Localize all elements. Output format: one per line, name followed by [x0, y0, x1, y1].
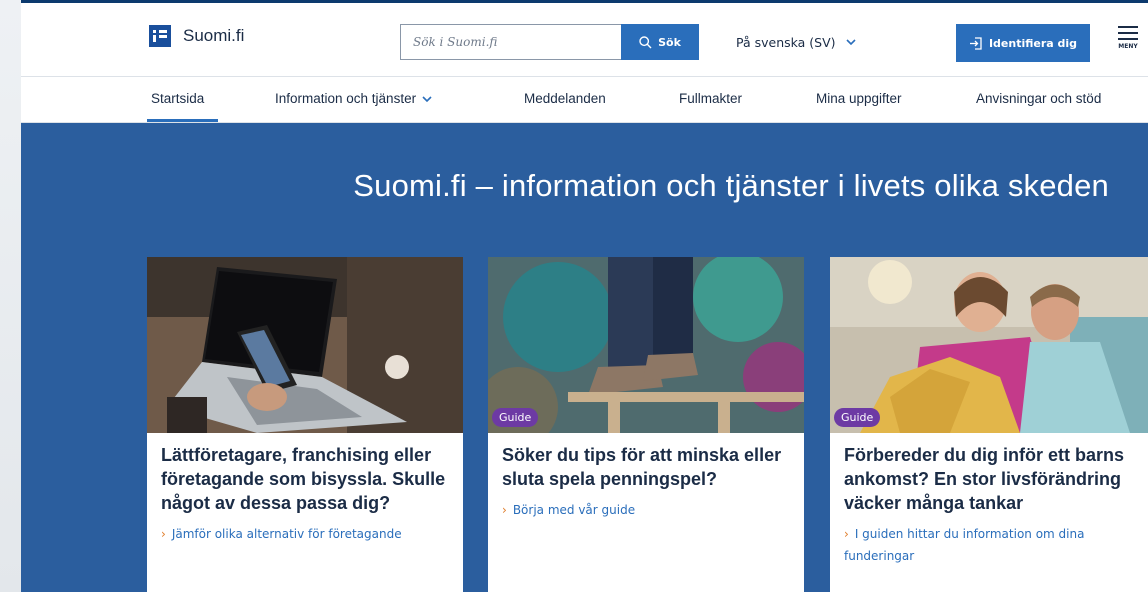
card-link[interactable]: › Jämför olika alternativ för företagande	[147, 515, 463, 545]
couple-on-sofa-photo	[830, 257, 1148, 433]
nav-item-anvisningar[interactable]: Anvisningar och stöd	[976, 91, 1101, 106]
card-entrepreneurship[interactable]: Lättföretagare, franchising eller företa…	[147, 257, 463, 592]
chevron-right-icon: ›	[844, 527, 849, 541]
nav-item-fullmakter[interactable]: Fullmakter	[679, 91, 742, 106]
identify-button[interactable]: Identifiera dig	[956, 24, 1090, 62]
nav-item-information[interactable]: Information och tjänster	[275, 91, 432, 106]
guide-badge: Guide	[492, 408, 539, 427]
chevron-down-icon	[845, 38, 856, 45]
search-button-label: Sök	[658, 35, 681, 49]
search-icon	[639, 35, 652, 48]
search-bar: Sök	[400, 24, 699, 60]
main-nav: Startsida Information och tjänster Medde…	[21, 76, 1148, 123]
site-logo[interactable]: Suomi.fi	[149, 25, 244, 47]
card-image: Guide	[830, 257, 1148, 433]
nav-item-mina-uppgifter[interactable]: Mina uppgifter	[816, 91, 902, 106]
hero-section: Suomi.fi – information och tjänster i li…	[21, 123, 1148, 592]
hamburger-icon	[1118, 26, 1138, 28]
nav-item-startsida[interactable]: Startsida	[151, 91, 204, 106]
nav-item-meddelanden[interactable]: Meddelanden	[524, 91, 606, 106]
card-link-text: I guiden hittar du information om dina f…	[844, 527, 1085, 563]
page: Suomi.fi Sök På svenska (SV)	[21, 0, 1148, 592]
chevron-right-icon: ›	[502, 503, 507, 517]
card-link-text: Jämför olika alternativ för företagande	[171, 527, 402, 541]
guide-badge: Guide	[834, 408, 881, 427]
login-icon	[969, 36, 982, 50]
site-header: Suomi.fi Sök På svenska (SV)	[21, 3, 1148, 62]
card-child-arrival[interactable]: Guide Förbereder du dig inför ett barns …	[830, 257, 1148, 592]
card-link[interactable]: › Börja med vår guide	[488, 491, 804, 521]
search-input[interactable]	[400, 24, 621, 60]
card-link[interactable]: › I guiden hittar du information om dina …	[830, 515, 1148, 567]
language-label: På svenska (SV)	[736, 34, 836, 50]
card-image	[147, 257, 463, 433]
language-selector[interactable]: På svenska (SV)	[736, 27, 856, 57]
card-title: Lättföretagare, franchising eller företa…	[161, 445, 446, 513]
logo-text: Suomi.fi	[183, 26, 245, 45]
identify-button-label: Identifiera dig	[988, 36, 1078, 50]
search-button[interactable]: Sök	[621, 24, 699, 60]
card-title: Söker du tips för att minska eller sluta…	[502, 445, 782, 489]
hamburger-icon-bar	[1118, 32, 1138, 34]
card-link-text: Börja med vår guide	[512, 503, 636, 517]
chevron-right-icon: ›	[161, 527, 166, 541]
feet-on-railing-photo	[488, 257, 804, 433]
suomi-logo-icon	[149, 25, 171, 47]
chevron-down-icon	[422, 96, 432, 103]
menu-button[interactable]: MENY	[1113, 26, 1143, 64]
card-gambling[interactable]: Guide Söker du tips för att minska eller…	[488, 257, 804, 592]
laptop-phone-photo	[147, 257, 463, 433]
menu-label: MENY	[1118, 43, 1138, 50]
nav-item-label: Information och tjänster	[275, 91, 417, 106]
card-title: Förbereder du dig inför ett barns ankoms…	[844, 445, 1125, 513]
hamburger-icon-bar	[1118, 38, 1138, 40]
active-tab-indicator	[147, 119, 218, 122]
card-image: Guide	[488, 257, 804, 433]
window-edge	[0, 0, 21, 592]
hero-title: Suomi.fi – information och tjänster i li…	[353, 168, 1109, 203]
